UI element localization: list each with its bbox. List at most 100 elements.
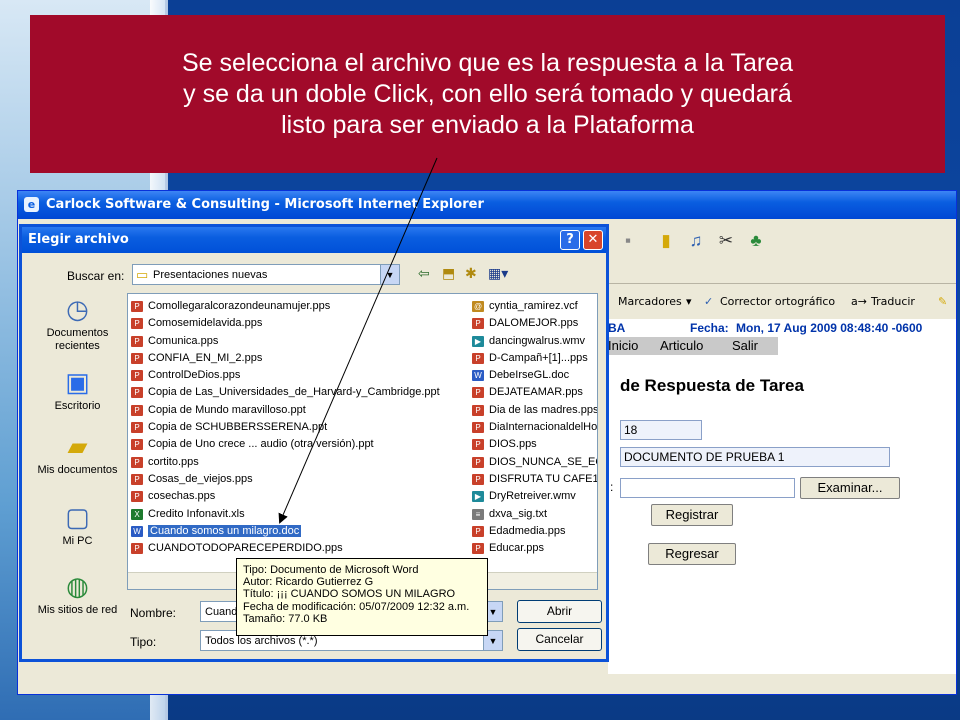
instruction-banner: Se selecciona el archivo que es la respu… — [30, 15, 945, 173]
file-name: DEJATEAMAR.pps — [489, 386, 583, 399]
file-item[interactable]: Pcortito.pps — [130, 454, 468, 471]
close-icon[interactable]: ✕ — [583, 230, 603, 250]
place-recent[interactable]: ◷ Documentos recientes — [30, 294, 125, 353]
file-name: DALOMEJOR.pps — [489, 317, 579, 330]
file-item[interactable]: P DALOMEJOR.pps — [471, 315, 597, 332]
powerpoint-file-icon: P — [472, 473, 484, 485]
note-icon[interactable]: ✎ — [938, 295, 947, 308]
powerpoint-file-icon: P — [131, 318, 143, 330]
file-item[interactable]: W DebeIrseGL.doc — [471, 367, 597, 384]
powerpoint-file-icon: P — [472, 387, 484, 399]
recent-documents-icon: ◷ — [66, 294, 89, 324]
view-menu-icon[interactable]: ▦▾ — [488, 265, 508, 282]
registrar-button[interactable]: Registrar — [651, 504, 733, 526]
banner-line-1: Se selecciona el archivo que es la respu… — [181, 48, 794, 77]
bookmarks-menu[interactable]: Marcadores — [618, 295, 682, 308]
file-item[interactable]: ▶ DryRetreiver.wmv — [471, 488, 597, 505]
file-item[interactable]: P DIOS_NUNCA_SE_EQ — [471, 454, 597, 471]
file-item[interactable]: P CONFIA_EN_MI_2.pps — [130, 350, 468, 367]
filename-label: Nombre: — [130, 606, 177, 620]
place-mydocs[interactable]: ▰ Mis documentos — [30, 431, 125, 477]
file-item[interactable]: P Copia de Mundo maravilloso.ppt — [130, 402, 468, 419]
back-icon[interactable]: ⇦ — [418, 265, 430, 282]
examinar-button[interactable]: Examinar... — [800, 477, 900, 499]
ie-titlebar[interactable]: e Carlock Software & Consulting - Micros… — [18, 191, 956, 219]
file-item[interactable]: P Cosas_de_viejos.pps — [130, 471, 468, 488]
open-button[interactable]: Abrir — [517, 600, 602, 623]
tarea-id-field[interactable]: 18 — [620, 420, 702, 440]
place-network[interactable]: ◍ Mis sitios de red — [30, 571, 125, 617]
new-folder-icon[interactable]: ✱ — [465, 265, 477, 282]
folder-icon: ▭ — [136, 267, 149, 282]
file-name: dxva_sig.txt — [489, 507, 548, 520]
file-name: Copia de SCHUBBERSSERENA.ppt — [148, 421, 328, 434]
cancel-button[interactable]: Cancelar — [517, 628, 602, 651]
powerpoint-file-icon: P — [131, 456, 143, 468]
file-item[interactable]: P CUANDOTODOPARECEPERDIDO.pps — [130, 540, 468, 557]
file-item[interactable]: P ControlDeDios.pps — [130, 367, 468, 384]
file-item[interactable]: ▶ dancingwalrus.wmv — [471, 333, 597, 350]
archivo-input[interactable] — [620, 478, 795, 498]
file-item[interactable]: P Copia de SCHUBBERSSERENA.ppt — [130, 419, 468, 436]
file-item[interactable]: P Comosemidelavida.pps — [130, 315, 468, 332]
file-item[interactable]: P Dia de las madres.pps — [471, 402, 597, 419]
up-folder-icon[interactable]: ⬒ — [442, 265, 455, 282]
file-item[interactable]: X Credito Infonavit.xls — [130, 506, 468, 523]
file-name: cyntia_ramirez.vcf — [489, 300, 578, 312]
file-name: Cosas_de_viejos.pps — [148, 472, 253, 485]
file-item[interactable]: P Comunica.pps — [130, 333, 468, 350]
powerpoint-file-icon: P — [131, 301, 143, 312]
file-item[interactable]: P DEJATEAMAR.pps — [471, 384, 597, 401]
help-icon[interactable]: ? — [560, 230, 580, 250]
favorites-icon[interactable]: ▮ — [656, 231, 676, 251]
place-desktop[interactable]: ▣ Escritorio — [30, 367, 125, 413]
tooltip-title: Título: ¡¡¡ CUANDO SOMOS UN MILAGRO — [243, 588, 456, 601]
file-name: Copia de Uno crece ... audio (otra versi… — [148, 438, 374, 451]
file-column-1: P Comollegaralcorazondeunamujer.pps P Comos… — [130, 298, 468, 557]
file-item[interactable]: @ cyntia_ramirez.vcf — [471, 298, 597, 315]
lookin-combo[interactable]: ▭ Presentaciones nuevas ▼ — [132, 264, 400, 285]
documento-field[interactable]: DOCUMENTO DE PRUEBA 1 — [620, 447, 890, 467]
my-documents-icon: ▰ — [67, 431, 88, 461]
video-file-icon: ▶ — [472, 335, 484, 347]
place-network-label: Mis sitios de red — [37, 604, 118, 616]
chevron-down-icon[interactable]: ▼ — [380, 265, 399, 284]
place-desktop-label: Escritorio — [54, 400, 101, 412]
file-item[interactable]: P Comollegaralcorazondeunamujer.pps — [130, 298, 468, 315]
file-item[interactable]: P DIOS.pps — [471, 436, 597, 453]
media-icon[interactable]: ♫ — [686, 231, 706, 251]
file-name: DebeIrseGL.doc — [489, 369, 570, 382]
file-name: Cuando somos un milagro.doc — [148, 524, 302, 537]
dialog-titlebar[interactable]: Elegir archivo ? ✕ — [22, 227, 606, 253]
menu-salir[interactable]: Salir — [732, 338, 758, 353]
file-list[interactable]: P Comollegaralcorazondeunamujer.pps P Comos… — [127, 293, 598, 590]
file-name: Comosemidelavida.pps — [148, 317, 263, 330]
page-title: de Respuesta de Tarea — [620, 376, 804, 395]
bookmarks-dropdown-icon[interactable]: ▾ — [686, 295, 692, 308]
file-item[interactable]: P Educar.pps — [471, 540, 597, 557]
file-item[interactable]: P Copia de Las_Universidades_de_Harvard-y… — [130, 384, 468, 401]
file-item[interactable]: P DISFRUTA TU CAFE1. — [471, 471, 597, 488]
file-item[interactable]: P DiaInternacionaldelHo — [471, 419, 597, 436]
menu-inicio[interactable]: Inicio — [608, 338, 638, 353]
spellcheck-button[interactable]: Corrector ortográfico — [720, 295, 835, 308]
dialog-title: Elegir archivo — [28, 232, 129, 247]
ie-toolbar: ▪ ▮ ♫ ✂ ♣ — [608, 221, 956, 261]
place-mypc[interactable]: ▢ Mi PC — [30, 502, 125, 548]
menu-articulo[interactable]: Articulo — [660, 338, 703, 353]
regresar-button[interactable]: Regresar — [648, 543, 736, 565]
messenger-icon[interactable]: ♣ — [746, 231, 766, 251]
translate-button[interactable]: Traducir — [871, 295, 915, 308]
file-name: D-Campañ+[1]...pps — [489, 351, 588, 364]
file-item[interactable]: W Cuando somos un milagro.doc — [130, 523, 468, 540]
edit-icon[interactable]: ✂ — [716, 231, 736, 251]
file-item[interactable]: P Copia de Uno crece ... audio (otra vers… — [130, 436, 468, 453]
file-item[interactable]: P D-Campañ+[1]...pps — [471, 350, 597, 367]
file-name: Comollegaralcorazondeunamujer.pps — [148, 300, 331, 312]
powerpoint-file-icon: P — [131, 439, 143, 451]
lookin-value: Presentaciones nuevas — [153, 269, 268, 281]
translate-icon: a→ — [851, 295, 867, 308]
file-item[interactable]: ≡ dxva_sig.txt — [471, 506, 597, 523]
file-item[interactable]: Pcosechas.pps — [130, 488, 468, 505]
file-item[interactable]: P Edadmedia.pps — [471, 523, 597, 540]
